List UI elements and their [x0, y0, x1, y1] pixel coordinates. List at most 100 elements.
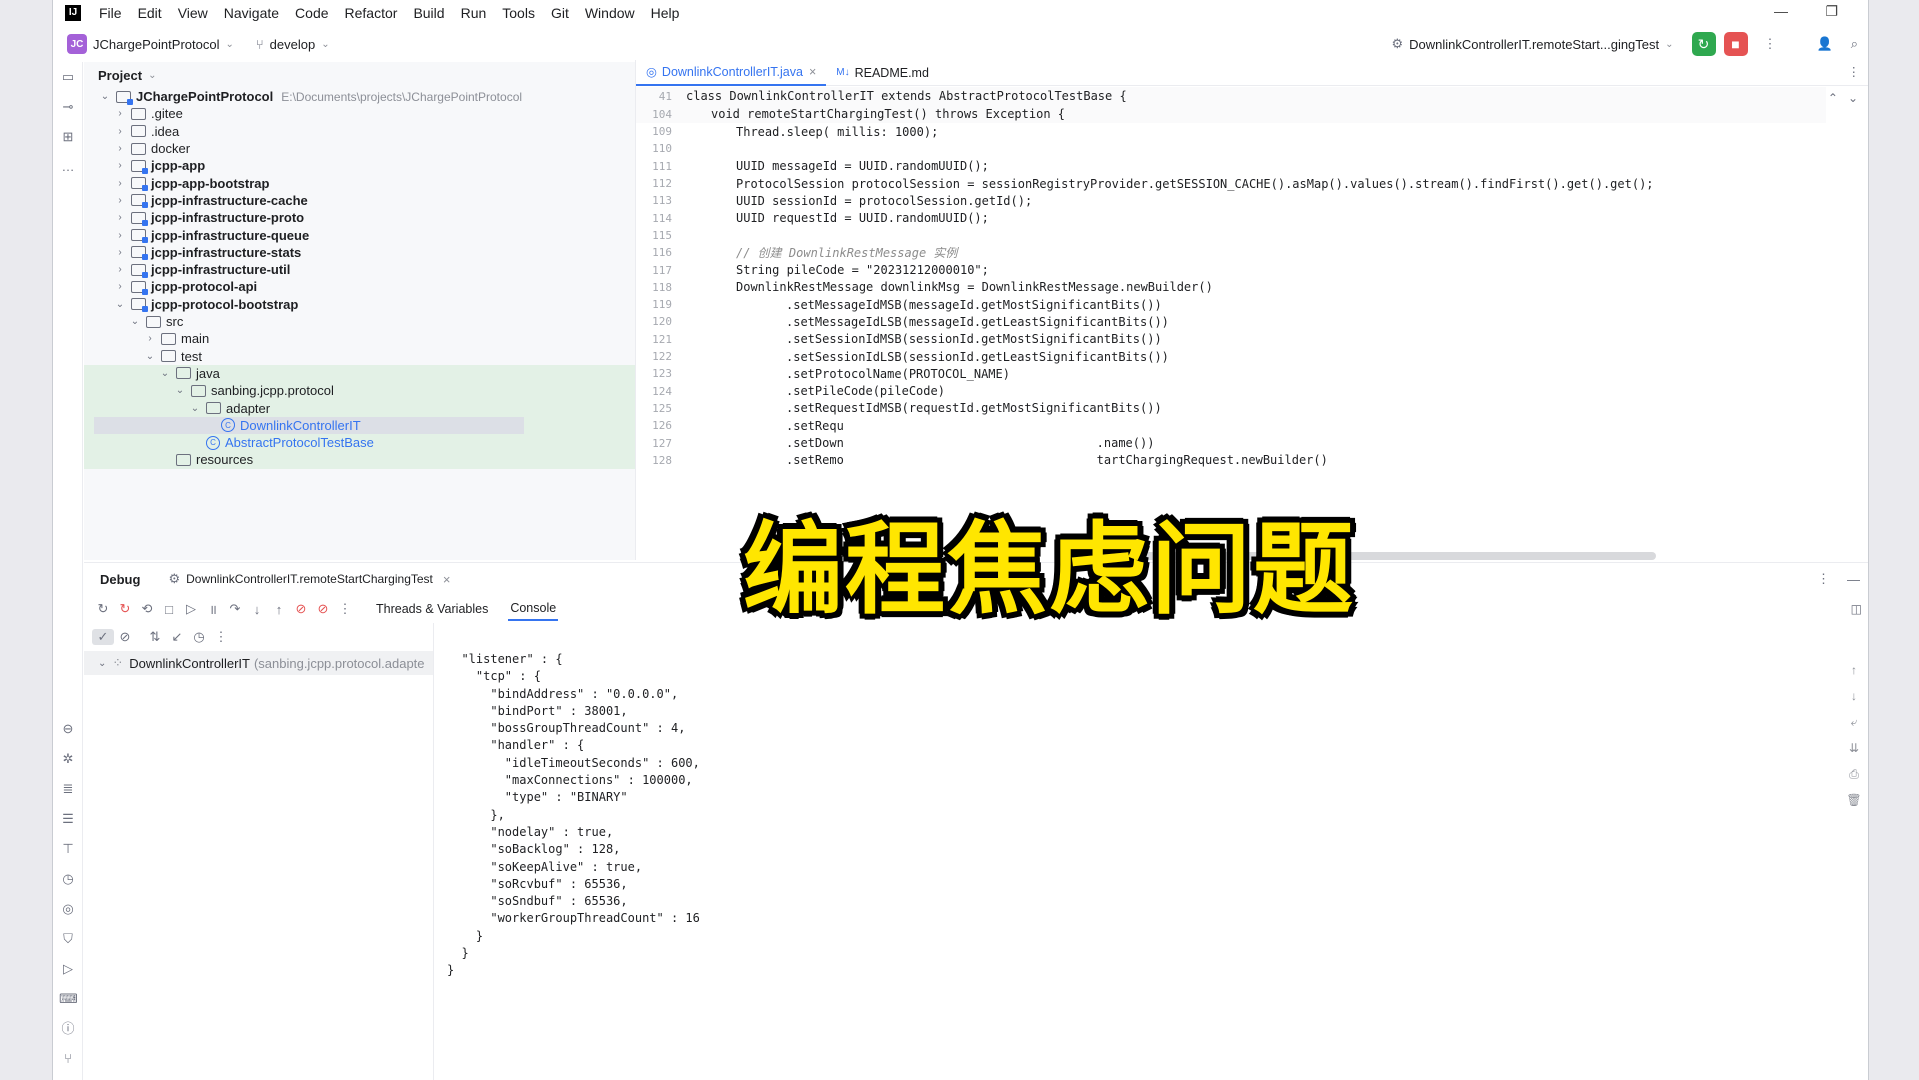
- close-icon[interactable]: ×: [443, 572, 451, 587]
- rerun-icon[interactable]: ↻: [92, 601, 114, 617]
- project-panel-header[interactable]: Project ⌄: [84, 62, 635, 88]
- chevron-down-icon[interactable]: ⌄: [98, 91, 112, 102]
- trash-icon[interactable]: 🗑: [1844, 793, 1864, 819]
- arrow-up-icon[interactable]: ↑: [1844, 663, 1864, 689]
- tree-item[interactable]: ⌄ test: [84, 348, 635, 365]
- more-icon[interactable]: ⋮: [1764, 36, 1777, 52]
- line-number[interactable]: 109: [636, 125, 678, 138]
- search-icon[interactable]: ⌕: [1851, 36, 1858, 52]
- line-number[interactable]: 111: [636, 160, 678, 173]
- chevron-down-icon[interactable]: ⌄: [188, 403, 202, 414]
- menu-refactor[interactable]: Refactor: [345, 5, 398, 21]
- run-icon[interactable]: ▷: [59, 960, 77, 978]
- more-icon[interactable]: ⋮: [210, 629, 232, 645]
- step-into-icon[interactable]: ↓: [246, 602, 268, 617]
- build-icon[interactable]: ⊤: [59, 840, 77, 858]
- stop-icon[interactable]: □: [158, 602, 180, 617]
- soft-wrap-icon[interactable]: ⤶: [1844, 715, 1864, 741]
- tree-item[interactable]: › jcpp-infrastructure-util: [84, 261, 635, 278]
- line-number[interactable]: 121: [636, 333, 678, 346]
- line-number[interactable]: 119: [636, 298, 678, 311]
- info-icon[interactable]: ⓘ: [59, 1020, 77, 1038]
- structure-icon[interactable]: ⊞: [59, 128, 77, 146]
- tree-item[interactable]: resources: [84, 451, 635, 469]
- chevron-right-icon[interactable]: ›: [113, 126, 127, 137]
- chevron-right-icon[interactable]: ›: [113, 160, 127, 171]
- menu-build[interactable]: Build: [413, 5, 444, 21]
- chevron-down-icon[interactable]: ⌄: [113, 299, 127, 310]
- tree-item[interactable]: C AbstractProtocolTestBase: [84, 434, 635, 452]
- print-icon[interactable]: ⎙: [1844, 767, 1864, 793]
- menu-window[interactable]: Window: [585, 5, 635, 21]
- intellij-logo-icon[interactable]: IJ: [65, 4, 81, 21]
- tree-item[interactable]: › jcpp-infrastructure-queue: [84, 226, 635, 244]
- tab-console[interactable]: Console: [508, 597, 559, 621]
- mute-breakpoints-icon[interactable]: ⊘: [312, 601, 334, 617]
- tree-item[interactable]: › jcpp-protocol-api: [84, 278, 635, 295]
- debug-session-tab[interactable]: DownlinkControllerIT.remoteStartCharging…: [186, 572, 433, 586]
- frame-row[interactable]: ⌄ ⁘ DownlinkControllerIT (sanbing.jcpp.p…: [84, 651, 433, 675]
- tab-readme[interactable]: M↓ README.md: [826, 60, 939, 86]
- problems-icon[interactable]: ⊖: [59, 720, 77, 738]
- menu-navigate[interactable]: Navigate: [224, 5, 279, 21]
- disabled-icon[interactable]: ⊘: [114, 629, 136, 645]
- line-number[interactable]: 114: [636, 212, 678, 225]
- endpoints-icon[interactable]: ⛉: [59, 930, 77, 948]
- menu-file[interactable]: File: [99, 5, 122, 21]
- chevron-right-icon[interactable]: ›: [113, 281, 127, 292]
- menu-code[interactable]: Code: [295, 5, 328, 21]
- menu-edit[interactable]: Edit: [138, 5, 162, 21]
- line-number[interactable]: 118: [636, 281, 678, 294]
- restart-icon[interactable]: ⟲: [136, 601, 158, 617]
- code-area[interactable]: ⊖3 ⚠4 ⚠3 ✓9 ⌃ ⌄ 41class DownlinkControll…: [636, 87, 1868, 557]
- resume-icon[interactable]: ▷: [180, 601, 202, 617]
- chevron-right-icon[interactable]: ›: [113, 230, 127, 241]
- chevron-right-icon[interactable]: ›: [113, 143, 127, 154]
- menu-run[interactable]: Run: [461, 5, 487, 21]
- step-over-icon[interactable]: ↷: [224, 601, 246, 617]
- tree-item[interactable]: ⌄ java: [84, 364, 635, 383]
- menu-tools[interactable]: Tools: [502, 5, 535, 21]
- scroll-to-end-icon[interactable]: ⇊: [1844, 741, 1864, 767]
- branch-selector[interactable]: develop: [270, 37, 316, 52]
- menu-view[interactable]: View: [178, 5, 208, 21]
- restore-icon[interactable]: ❐: [1825, 3, 1838, 20]
- todo-icon[interactable]: ☰: [59, 810, 77, 828]
- minimize-panel-icon[interactable]: —: [1847, 572, 1860, 587]
- tree-item[interactable]: ⌄ src: [84, 313, 635, 330]
- tree-item[interactable]: › .gitee: [84, 105, 635, 122]
- tree-item[interactable]: › jcpp-infrastructure-cache: [84, 192, 635, 209]
- chevron-right-icon[interactable]: ›: [113, 195, 127, 206]
- chevron-right-icon[interactable]: ›: [113, 247, 127, 258]
- chevron-right-icon[interactable]: ›: [113, 264, 127, 275]
- database-icon[interactable]: ≣: [59, 780, 77, 798]
- collapse-icon[interactable]: ↙: [166, 629, 188, 645]
- line-number[interactable]: 117: [636, 264, 678, 277]
- profiler-icon[interactable]: ◷: [59, 870, 77, 888]
- menu-git[interactable]: Git: [551, 5, 569, 21]
- chevron-right-icon[interactable]: ›: [113, 108, 127, 119]
- tree-item[interactable]: ⌄ JChargePointProtocol E:\Documents\projec…: [84, 88, 635, 105]
- menu-help[interactable]: Help: [651, 5, 680, 21]
- project-selector[interactable]: JChargePointProtocol: [93, 37, 219, 52]
- history-icon[interactable]: ◷: [188, 629, 210, 645]
- arrow-down-icon[interactable]: ↓: [1844, 689, 1864, 715]
- line-number[interactable]: 112: [636, 177, 678, 190]
- line-number[interactable]: 104: [636, 108, 678, 121]
- services-icon[interactable]: ◎: [59, 900, 77, 918]
- rerun-failed-icon[interactable]: ↻: [114, 601, 136, 617]
- more-icon[interactable]: ⋮: [334, 601, 356, 617]
- line-number[interactable]: 113: [636, 194, 678, 207]
- line-number[interactable]: 116: [636, 246, 678, 259]
- debug-icon[interactable]: ✲: [59, 750, 77, 768]
- tree-item[interactable]: ⌄ sanbing.jcpp.protocol: [84, 382, 635, 400]
- line-number[interactable]: 126: [636, 419, 678, 432]
- run-config-selector[interactable]: DownlinkControllerIT.remoteStart...gingT…: [1409, 37, 1659, 52]
- tab-downlinkcontrollerit[interactable]: ◎ DownlinkControllerIT.java ×: [636, 60, 827, 86]
- close-icon[interactable]: ×: [809, 65, 816, 79]
- sort-icon[interactable]: ⇅: [144, 629, 166, 645]
- chevron-down-icon[interactable]: ⌄: [1848, 91, 1858, 105]
- git-icon[interactable]: ⑂: [59, 1050, 77, 1068]
- tree-item[interactable]: C DownlinkControllerIT: [84, 416, 635, 434]
- chevron-down-icon[interactable]: ⌄: [173, 385, 187, 396]
